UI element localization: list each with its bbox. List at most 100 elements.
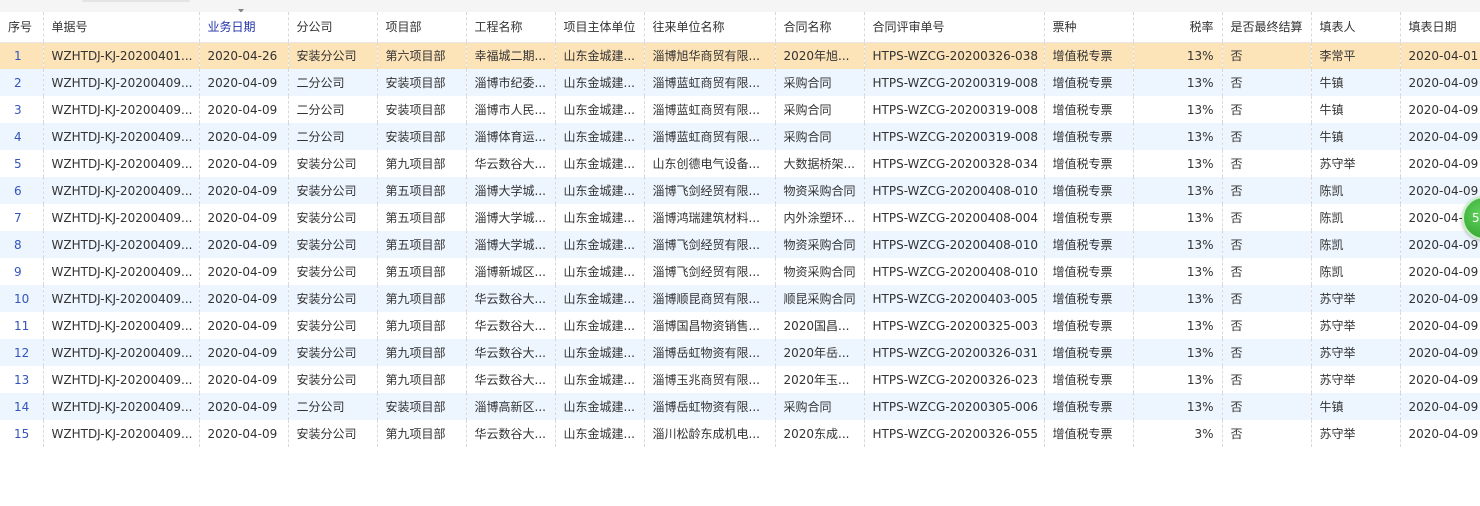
- column-header-final-settlement[interactable]: 是否最终结算: [1222, 12, 1312, 43]
- cell-project-owner: 山东金城建...: [555, 123, 645, 150]
- cell-branch: 安装分公司: [288, 231, 378, 258]
- table-row[interactable]: 6 WZHTDJ-KJ-20200409... 2020-04-09 安装分公司 第五项…: [0, 177, 1480, 204]
- cell-project-owner: 山东金城建...: [555, 312, 645, 339]
- cell-business-date: 2020-04-09: [199, 177, 289, 204]
- table-row[interactable]: 2 WZHTDJ-KJ-20200409... 2020-04-09 二分公司 安装项目…: [0, 69, 1480, 96]
- cell-doc-number: WZHTDJ-KJ-20200409...: [43, 231, 200, 258]
- table-row[interactable]: 1 WZHTDJ-KJ-20200401... 2020-04-26 安装分公司 第六项…: [0, 42, 1480, 69]
- cell-department: 第九项目部: [377, 420, 467, 447]
- cell-project-owner: 山东金城建...: [555, 42, 645, 69]
- cell-filler: 苏守举: [1311, 420, 1401, 447]
- cell-department: 第九项目部: [377, 285, 467, 312]
- cell-ticket-type: 增值税专票: [1044, 177, 1134, 204]
- column-header-doc-number[interactable]: 单据号: [43, 12, 200, 43]
- cell-fill-date: 2020-04-09: [1400, 231, 1480, 258]
- cell-index: 6: [0, 177, 44, 204]
- cell-contract-name: 2020东成...: [775, 420, 865, 447]
- cell-partner-name: 淄博飞剑经贸有限...: [644, 258, 776, 285]
- column-header-project-owner[interactable]: 项目主体单位: [555, 12, 645, 43]
- cell-branch: 安装分公司: [288, 42, 378, 69]
- cell-doc-number: WZHTDJ-KJ-20200409...: [43, 69, 200, 96]
- cell-fill-date: 2020-04-09: [1400, 393, 1480, 420]
- cell-filler: 陈凯: [1311, 204, 1401, 231]
- cell-partner-name: 淄博旭华商贸有限...: [644, 42, 776, 69]
- cell-contract-name: 大数据桥架...: [775, 150, 865, 177]
- cell-project-name: 淄博大学城...: [466, 204, 556, 231]
- cell-department: 第五项目部: [377, 231, 467, 258]
- cell-index: 7: [0, 204, 44, 231]
- column-header-filler[interactable]: 填表人: [1311, 12, 1401, 43]
- column-header-contract-name[interactable]: 合同名称: [775, 12, 865, 43]
- cell-doc-number: WZHTDJ-KJ-20200409...: [43, 366, 200, 393]
- column-header-branch[interactable]: 分公司: [288, 12, 378, 43]
- cell-final-settlement: 否: [1222, 177, 1312, 204]
- cell-fill-date: 2020-04-09: [1400, 258, 1480, 285]
- cell-fill-date: 2020-04-09: [1400, 366, 1480, 393]
- table-row[interactable]: 7 WZHTDJ-KJ-20200409... 2020-04-09 安装分公司 第五项…: [0, 204, 1480, 231]
- cell-department: 第五项目部: [377, 204, 467, 231]
- table-row[interactable]: 9 WZHTDJ-KJ-20200409... 2020-04-09 安装分公司 第五项…: [0, 258, 1480, 285]
- column-header-ticket-type[interactable]: 票种: [1044, 12, 1134, 43]
- column-header-index[interactable]: 序号: [0, 12, 44, 43]
- cell-final-settlement: 否: [1222, 258, 1312, 285]
- cell-contract-name: 顺昆采购合同: [775, 285, 865, 312]
- column-header-contract-review-number[interactable]: 合同评审单号: [864, 12, 1045, 43]
- cell-business-date: 2020-04-09: [199, 123, 289, 150]
- cell-filler: 苏守举: [1311, 150, 1401, 177]
- column-header-fill-date[interactable]: 填表日期: [1400, 12, 1480, 43]
- cell-project-name: 华云数谷大...: [466, 420, 556, 447]
- cell-tax-rate: 3%: [1133, 420, 1223, 447]
- cell-ticket-type: 增值税专票: [1044, 366, 1134, 393]
- cell-project-name: 华云数谷大...: [466, 312, 556, 339]
- cell-doc-number: WZHTDJ-KJ-20200409...: [43, 177, 200, 204]
- cell-ticket-type: 增值税专票: [1044, 258, 1134, 285]
- cell-partner-name: 淄博蓝虹商贸有限...: [644, 123, 776, 150]
- cell-department: 安装项目部: [377, 69, 467, 96]
- table-header-row: 序号 单据号 业务日期 分公司 项目部 工程名称 项目主体单位 往来单位名称 合同名称 合同评审单…: [0, 12, 1480, 43]
- cell-contract-review-number: HTPS-WZCG-20200319-008: [864, 96, 1045, 123]
- cell-project-owner: 山东金城建...: [555, 96, 645, 123]
- table-row[interactable]: 11 WZHTDJ-KJ-20200409... 2020-04-09 安装分公司 第九…: [0, 312, 1480, 339]
- cell-doc-number: WZHTDJ-KJ-20200409...: [43, 258, 200, 285]
- cell-branch: 安装分公司: [288, 150, 378, 177]
- cell-contract-review-number: HTPS-WZCG-20200326-038: [864, 42, 1045, 69]
- cell-final-settlement: 否: [1222, 150, 1312, 177]
- cell-fill-date: 2020-04-09: [1400, 285, 1480, 312]
- table-row[interactable]: 4 WZHTDJ-KJ-20200409... 2020-04-09 二分公司 安装项目…: [0, 123, 1480, 150]
- cell-project-name: 华云数谷大...: [466, 285, 556, 312]
- cell-fill-date: 2020-04-09: [1400, 150, 1480, 177]
- cell-business-date: 2020-04-09: [199, 420, 289, 447]
- cell-project-name: 幸福城二期...: [466, 42, 556, 69]
- cell-tax-rate: 13%: [1133, 204, 1223, 231]
- table-row[interactable]: 15 WZHTDJ-KJ-20200409... 2020-04-09 安装分公司 第九…: [0, 420, 1480, 447]
- table-row[interactable]: 14 WZHTDJ-KJ-20200409... 2020-04-09 二分公司 安装项…: [0, 393, 1480, 420]
- cell-doc-number: WZHTDJ-KJ-20200409...: [43, 123, 200, 150]
- column-header-business-date[interactable]: 业务日期: [199, 12, 289, 43]
- cell-branch: 二分公司: [288, 69, 378, 96]
- cell-final-settlement: 否: [1222, 339, 1312, 366]
- search-box-edge[interactable]: [82, 0, 190, 2]
- cell-index: 5: [0, 150, 44, 177]
- cell-doc-number: WZHTDJ-KJ-20200409...: [43, 150, 200, 177]
- cell-branch: 安装分公司: [288, 339, 378, 366]
- cell-project-name: 淄博新城区...: [466, 258, 556, 285]
- cell-partner-name: 淄博顺昆商贸有限...: [644, 285, 776, 312]
- cell-filler: 苏守举: [1311, 366, 1401, 393]
- column-header-tax-rate[interactable]: 税率: [1133, 12, 1223, 43]
- column-header-project-name[interactable]: 工程名称: [466, 12, 556, 43]
- table-row[interactable]: 3 WZHTDJ-KJ-20200409... 2020-04-09 二分公司 安装项目…: [0, 96, 1480, 123]
- table-row[interactable]: 13 WZHTDJ-KJ-20200409... 2020-04-09 安装分公司 第九…: [0, 366, 1480, 393]
- cell-project-name: 淄博大学城...: [466, 177, 556, 204]
- table-row[interactable]: 12 WZHTDJ-KJ-20200409... 2020-04-09 安装分公司 第九…: [0, 339, 1480, 366]
- table-row[interactable]: 8 WZHTDJ-KJ-20200409... 2020-04-09 安装分公司 第五项…: [0, 231, 1480, 258]
- cell-partner-name: 淄博飞剑经贸有限...: [644, 231, 776, 258]
- table-row[interactable]: 10 WZHTDJ-KJ-20200409... 2020-04-09 安装分公司 第九…: [0, 285, 1480, 312]
- cell-contract-review-number: HTPS-WZCG-20200408-010: [864, 177, 1045, 204]
- cell-partner-name: 淄博蓝虹商贸有限...: [644, 96, 776, 123]
- cell-tax-rate: 13%: [1133, 231, 1223, 258]
- column-header-department[interactable]: 项目部: [377, 12, 467, 43]
- table-row[interactable]: 5 WZHTDJ-KJ-20200409... 2020-04-09 安装分公司 第九项…: [0, 150, 1480, 177]
- cell-business-date: 2020-04-26: [199, 42, 289, 69]
- cell-filler: 牛镇: [1311, 69, 1401, 96]
- column-header-partner-name[interactable]: 往来单位名称: [644, 12, 776, 43]
